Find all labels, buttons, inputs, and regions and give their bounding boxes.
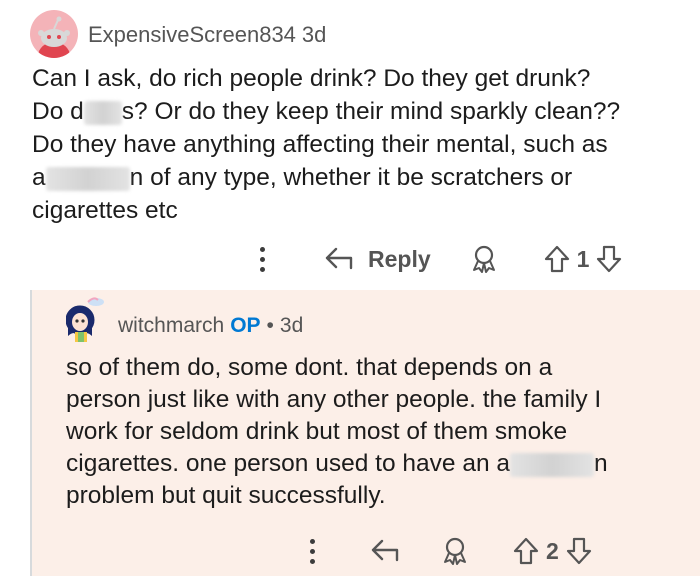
comment-line: a n of any type, whether it be scratchers… (32, 161, 672, 194)
user-avatar-icon (66, 297, 104, 342)
upvote-icon[interactable] (543, 244, 571, 274)
avatar[interactable] (66, 296, 110, 344)
comment-line: person just like with any other people. … (66, 384, 686, 416)
comment-line: Can I ask, do rich people drink? Do they… (32, 62, 672, 95)
comment-text: person just like with any other people. … (66, 386, 602, 413)
comment-meta: witchmarch OP • 3d (118, 314, 303, 338)
redacted-text (83, 100, 122, 125)
comment-line: cigarettes. one person used to have an a… (66, 448, 686, 480)
comment-line: Do they have anything affecting their me… (32, 128, 672, 161)
comment-text: so of them do, some dont. that depends o… (66, 354, 553, 381)
comment-text: Do d (32, 98, 84, 125)
comment-text: problem but quit successfully. (66, 482, 386, 509)
vote-controls: 2 (512, 536, 593, 566)
comment-line: Do d s? Or do they keep their mind sparkl… (32, 95, 672, 128)
comment-actions: 2 (300, 536, 593, 566)
vote-controls: 1 (543, 244, 624, 274)
award-button[interactable] (440, 536, 470, 566)
award-icon (472, 245, 495, 273)
redacted-text (45, 166, 130, 191)
comment-text: n of any type, whether it be scratchers … (129, 164, 573, 191)
vote-count: 2 (546, 537, 559, 564)
comment-reply: witchmarch OP • 3d so of them do, some dont… (30, 290, 700, 576)
comment-text: n (594, 450, 608, 477)
username[interactable]: ExpensiveScreen834 (88, 22, 296, 47)
comment-meta: ExpensiveScreen834 3d (88, 22, 326, 48)
award-icon (444, 537, 466, 565)
comment-line: cigarettes etc (32, 194, 672, 227)
reply-icon (371, 539, 399, 562)
snoo-icon (38, 16, 70, 58)
downvote-icon[interactable] (595, 244, 623, 274)
comment-text: work for seldom drink but most of them s… (66, 418, 568, 445)
username[interactable]: witchmarch (118, 314, 224, 337)
comment-actions: Reply 1 (250, 244, 623, 274)
comment-line: work for seldom drink but most of them s… (66, 416, 686, 448)
comment-text: a (32, 164, 46, 191)
meta-separator: • (266, 314, 274, 337)
more-options-icon[interactable] (250, 246, 274, 272)
upvote-icon[interactable] (512, 536, 540, 566)
comment-text: Do they have anything affecting their me… (32, 131, 608, 158)
timestamp: 3d (279, 314, 304, 337)
reply-icon (325, 247, 353, 270)
comment-text: cigarettes etc (32, 197, 178, 224)
redacted-text (510, 452, 595, 477)
reply-label: Reply (368, 245, 431, 272)
comment-top: ExpensiveScreen834 3d Can I ask, do rich … (0, 0, 700, 290)
downvote-icon[interactable] (565, 536, 593, 566)
comment-text: cigarettes. one person used to have an a (66, 450, 511, 477)
comment-text: s? Or do they keep their mind sparkly cl… (121, 98, 621, 125)
reply-button[interactable]: Reply (324, 245, 431, 273)
comment-body: Can I ask, do rich people drink? Do they… (32, 62, 672, 227)
award-button[interactable] (469, 244, 499, 274)
avatar[interactable] (30, 10, 78, 58)
op-badge: OP (230, 314, 261, 337)
timestamp: 3d (301, 22, 327, 47)
comment-body: so of them do, some dont. that depends o… (66, 352, 686, 512)
vote-count: 1 (576, 245, 590, 272)
comment-text: Can I ask, do rich people drink? Do they… (32, 65, 591, 92)
comment-line: so of them do, some dont. that depends o… (66, 352, 686, 384)
comment-line: problem but quit successfully. (66, 480, 686, 512)
more-options-icon[interactable] (300, 538, 324, 564)
reply-button[interactable] (370, 537, 402, 565)
